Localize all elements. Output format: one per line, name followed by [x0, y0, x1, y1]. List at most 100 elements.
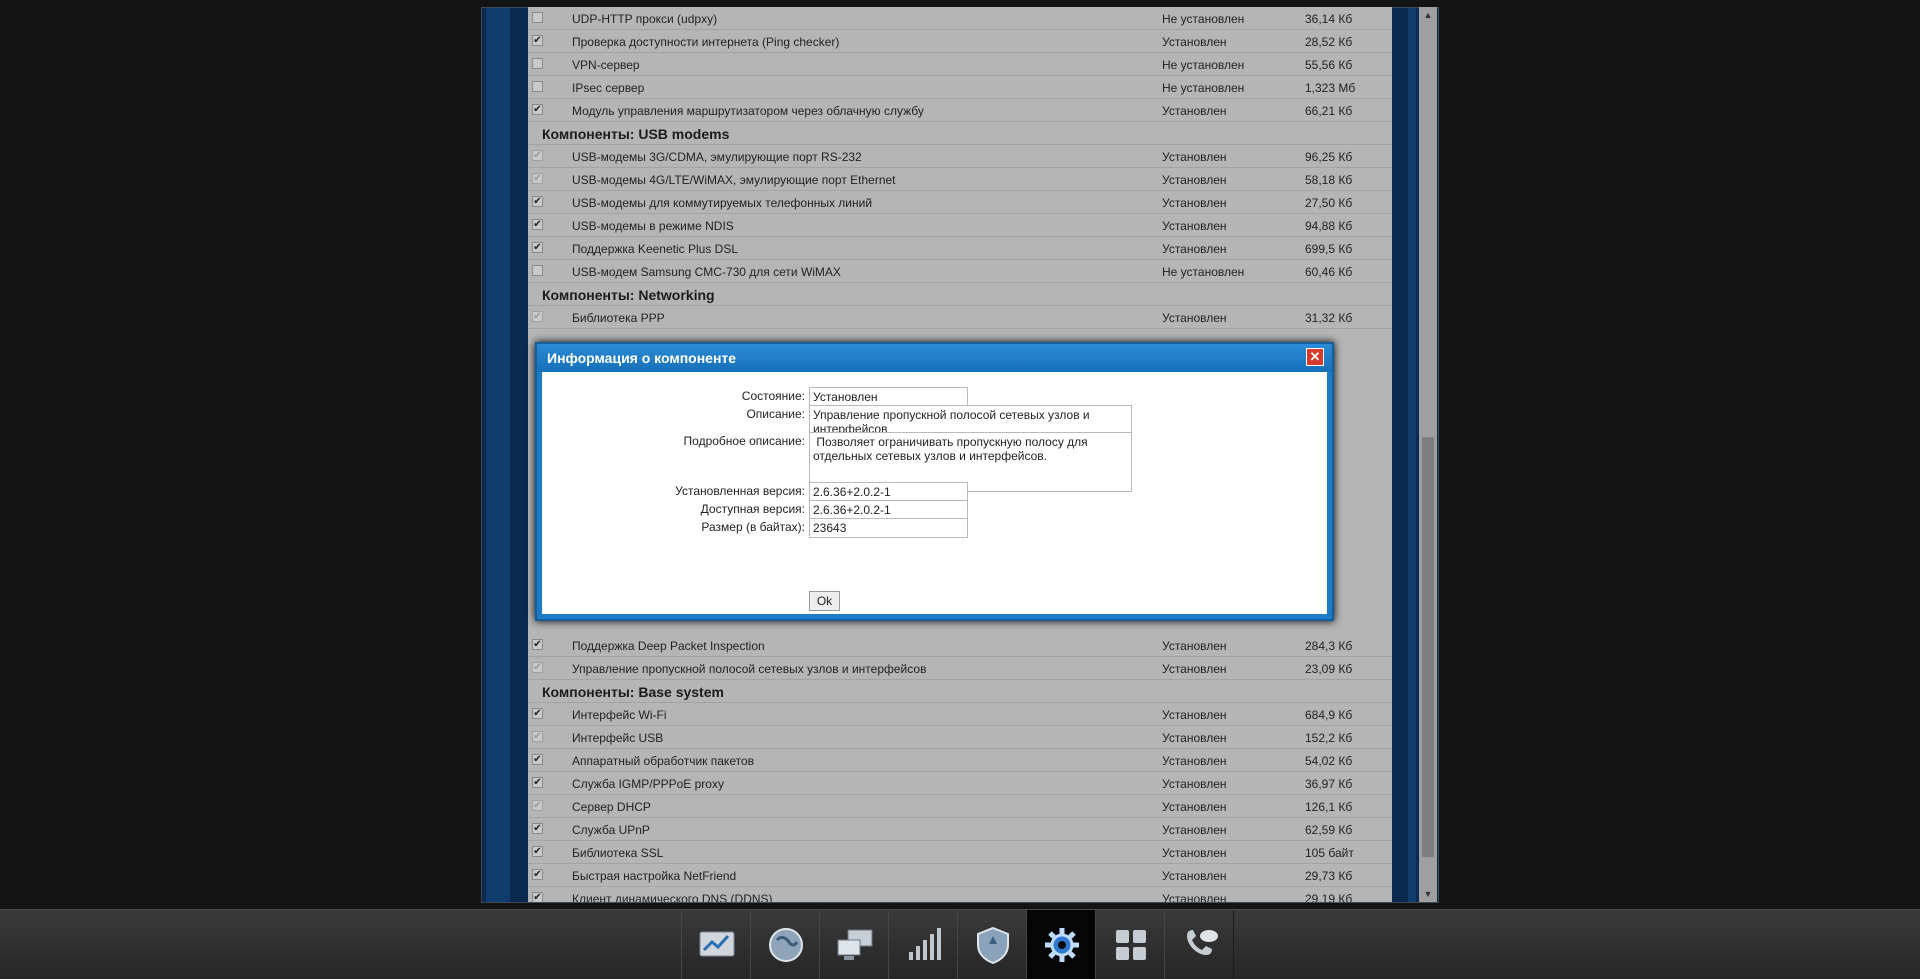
component-row[interactable]: ✔ USB-модемы для коммутируемых телефонных… [528, 191, 1392, 214]
component-row[interactable]: ✔ Управление пропускной полосой сетевых у… [528, 657, 1392, 680]
component-size: 29,19 Кб [1305, 892, 1353, 902]
component-name: Быстрая настройка NetFriend [572, 869, 737, 883]
taskbar-button-system-gear[interactable] [1026, 910, 1096, 979]
component-checkbox[interactable] [532, 58, 543, 69]
component-name: Клиент динамического DNS (DDNS) [572, 892, 773, 902]
component-name: USB-модемы для коммутируемых телефонных … [572, 196, 873, 210]
component-size: 28,52 Кб [1305, 35, 1353, 49]
component-row[interactable]: ✔ Модуль управления маршрутизатором через… [528, 99, 1392, 122]
vertical-scrollbar[interactable]: ▲ ▼ [1419, 7, 1437, 902]
description-field[interactable]: Управление пропускной полосой сетевых уз… [809, 405, 1132, 435]
dialog-title: Информация о компоненте [547, 350, 737, 366]
component-status: Установлен [1162, 104, 1227, 118]
component-size: 96,25 Кб [1305, 150, 1353, 164]
component-row[interactable]: ✔ USB-модемы 4G/LTE/WiMAX, эмулирующие по… [528, 168, 1392, 191]
component-row[interactable]: ✔ Клиент динамического DNS (DDNS) Установл… [528, 887, 1392, 902]
phone-chat-icon [1187, 930, 1218, 955]
component-row[interactable]: ✔ Проверка доступности интернета (Ping ch… [528, 30, 1392, 53]
section-header: Компоненты: Base system [528, 680, 1392, 703]
taskbar-button-home-network[interactable] [819, 910, 889, 979]
state-field[interactable] [809, 387, 968, 407]
section-title: Компоненты: Base system [542, 684, 724, 700]
component-size: 36,97 Кб [1305, 777, 1353, 791]
scroll-thumb[interactable] [1422, 437, 1434, 857]
component-row[interactable]: ✔ Быстрая настройка NetFriend Установлен 29… [528, 864, 1392, 887]
description-label: Описание: [746, 407, 805, 421]
component-status: Не установлен [1162, 81, 1245, 95]
component-row[interactable]: ✔ Служба IGMP/PPPoE proxy Установлен 36,97 … [528, 772, 1392, 795]
component-row[interactable]: ✔ Поддержка Deep Packet Inspection Установ… [528, 634, 1392, 657]
component-name: Интерфейс USB [572, 731, 664, 745]
component-checkbox[interactable]: ✔ [532, 777, 543, 788]
component-checkbox[interactable]: ✔ [532, 639, 543, 650]
component-status: Установлен [1162, 311, 1227, 325]
component-status: Установлен [1162, 800, 1227, 814]
component-size: 29,73 Кб [1305, 869, 1353, 883]
component-checkbox[interactable]: ✔ [532, 846, 543, 857]
component-size: 284,3 Кб [1305, 639, 1353, 653]
size-bytes-field[interactable] [809, 518, 968, 538]
component-checkbox[interactable]: ✔ [532, 104, 543, 115]
component-row[interactable]: IPsec сервер Не установлен 1,323 Мб [528, 76, 1392, 99]
component-row[interactable]: ✔ USB-модемы 3G/CDMA, эмулирующие порт RS… [528, 145, 1392, 168]
component-checkbox[interactable]: ✔ [532, 754, 543, 765]
taskbar-button-security-shield[interactable] [957, 910, 1027, 979]
component-name: IPsec сервер [572, 81, 645, 95]
component-status: Установлен [1162, 777, 1227, 791]
component-checkbox[interactable]: ✔ [532, 869, 543, 880]
component-row[interactable]: ✔ Служба UPnP Установлен 62,59 Кб [528, 818, 1392, 841]
component-name: UDP-HTTP прокси (udpxy) [572, 12, 718, 26]
installed-version-field[interactable] [809, 482, 968, 502]
component-name: Аппаратный обработчик пакетов [572, 754, 754, 768]
component-row[interactable]: ✔ USB-модемы в режиме NDIS Установлен 94,88… [528, 214, 1392, 237]
component-checkbox: ✔ [532, 731, 543, 742]
component-checkbox[interactable]: ✔ [532, 35, 543, 46]
component-name: USB-модемы 3G/CDMA, эмулирующие порт RS-… [572, 150, 862, 164]
scroll-up-icon[interactable]: ▲ [1419, 7, 1437, 23]
component-row[interactable]: USB-модем Samsung CMC-730 для сети WiMAX… [528, 260, 1392, 283]
taskbar-button-phone-chat[interactable] [1164, 910, 1234, 979]
component-row[interactable]: ✔ Аппаратный обработчик пакетов Установлен… [528, 749, 1392, 772]
component-checkbox[interactable]: ✔ [532, 196, 543, 207]
detail-description-label: Подробное описание: [683, 434, 805, 448]
component-row[interactable]: ✔ Поддержка Keenetic Plus DSL Установлен 69… [528, 237, 1392, 260]
section-title: Компоненты: USB modems [542, 126, 730, 142]
apps-grid-icon [1116, 930, 1146, 960]
component-size: 152,2 Кб [1305, 731, 1353, 745]
component-checkbox[interactable]: ✔ [532, 892, 543, 902]
available-version-field[interactable] [809, 500, 968, 520]
component-status: Установлен [1162, 173, 1227, 187]
taskbar-button-wifi-signal[interactable] [888, 910, 958, 979]
scroll-down-icon[interactable]: ▼ [1419, 886, 1437, 902]
component-checkbox[interactable] [532, 12, 543, 23]
component-checkbox[interactable] [532, 265, 543, 276]
internet-globe-icon [769, 928, 803, 962]
component-row[interactable]: UDP-HTTP прокси (udpxy) Не установлен 36,1… [528, 7, 1392, 30]
ok-button[interactable]: Ok [809, 591, 840, 611]
component-row[interactable]: ✔ Библиотека PPP Установлен 31,32 Кб [528, 306, 1392, 329]
component-checkbox[interactable]: ✔ [532, 219, 543, 230]
close-icon[interactable]: ✕ [1306, 348, 1324, 366]
component-checkbox: ✔ [532, 662, 543, 673]
component-checkbox[interactable]: ✔ [532, 242, 543, 253]
taskbar-button-internet-globe[interactable] [750, 910, 820, 979]
component-row[interactable]: ✔ Интерфейс USB Установлен 152,2 Кб [528, 726, 1392, 749]
dialog-body: Состояние: Описание: Управление пропускн… [542, 372, 1327, 614]
component-name: Поддержка Keenetic Plus DSL [572, 242, 738, 256]
component-row[interactable]: ✔ Библиотека SSL Установлен 105 байт [528, 841, 1392, 864]
component-row[interactable]: ✔ Интерфейс Wi-Fi Установлен 684,9 Кб [528, 703, 1392, 726]
component-size: 66,21 Кб [1305, 104, 1353, 118]
component-checkbox: ✔ [532, 173, 543, 184]
home-network-icon [837, 929, 873, 960]
frame-right-bar [1408, 8, 1416, 902]
component-row[interactable]: ✔ Сервер DHCP Установлен 126,1 Кб [528, 795, 1392, 818]
component-status: Установлен [1162, 219, 1227, 233]
component-size: 94,88 Кб [1305, 219, 1353, 233]
component-checkbox[interactable]: ✔ [532, 823, 543, 834]
component-row[interactable]: VPN-сервер Не установлен 55,56 Кб [528, 53, 1392, 76]
taskbar-button-monitor-chart[interactable] [681, 910, 751, 979]
component-checkbox[interactable]: ✔ [532, 708, 543, 719]
component-checkbox[interactable] [532, 81, 543, 92]
component-status: Установлен [1162, 892, 1227, 902]
taskbar-button-apps-grid[interactable] [1095, 910, 1165, 979]
